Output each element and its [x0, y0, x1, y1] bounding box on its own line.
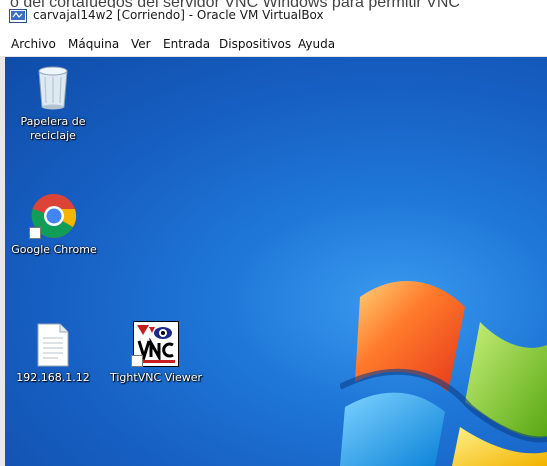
menubar: Archivo Máquina Ver Entrada Dispositivos… — [0, 32, 547, 57]
menu-ver[interactable]: Ver — [131, 37, 151, 51]
text-file-icon — [37, 323, 69, 367]
menu-ayuda[interactable]: Ayuda — [298, 37, 335, 51]
desktop-icon-recycle-bin[interactable]: Papelera de reciclaje — [10, 63, 96, 143]
windows-logo — [340, 280, 547, 466]
chrome-label: Google Chrome — [11, 243, 97, 256]
window-left-border — [0, 57, 5, 466]
recycle-bin-icon — [38, 66, 68, 110]
guest-desktop[interactable]: Papelera de reciclaje Google Chrome 192.… — [0, 57, 547, 466]
window-title: carvajal14w2 [Corriendo] - Oracle VM Vir… — [33, 8, 326, 22]
desktop-icon-tightvnc[interactable]: TightVNC Viewer — [106, 321, 206, 385]
desktop-icon-chrome[interactable]: Google Chrome — [8, 193, 100, 257]
virtualbox-icon — [9, 9, 27, 23]
shortcut-arrow-icon — [29, 227, 41, 239]
menu-archivo[interactable]: Archivo — [11, 37, 56, 51]
recycle-bin-label-line2: reciclaje — [30, 129, 76, 142]
recycle-bin-label-line1: Papelera de — [20, 115, 86, 128]
window-titlebar[interactable]: o del cortafuegos del servidor VNC Windo… — [0, 0, 547, 32]
menu-maquina[interactable]: Máquina — [68, 37, 119, 51]
menu-entrada[interactable]: Entrada — [163, 37, 210, 51]
menu-dispositivos[interactable]: Dispositivos — [219, 37, 291, 51]
tightvnc-label: TightVNC Viewer — [109, 371, 203, 384]
text-file-label: 192.168.1.12 — [16, 371, 90, 384]
shortcut-arrow-icon — [131, 355, 143, 367]
desktop-icon-text-file[interactable]: 192.168.1.12 — [8, 323, 98, 385]
